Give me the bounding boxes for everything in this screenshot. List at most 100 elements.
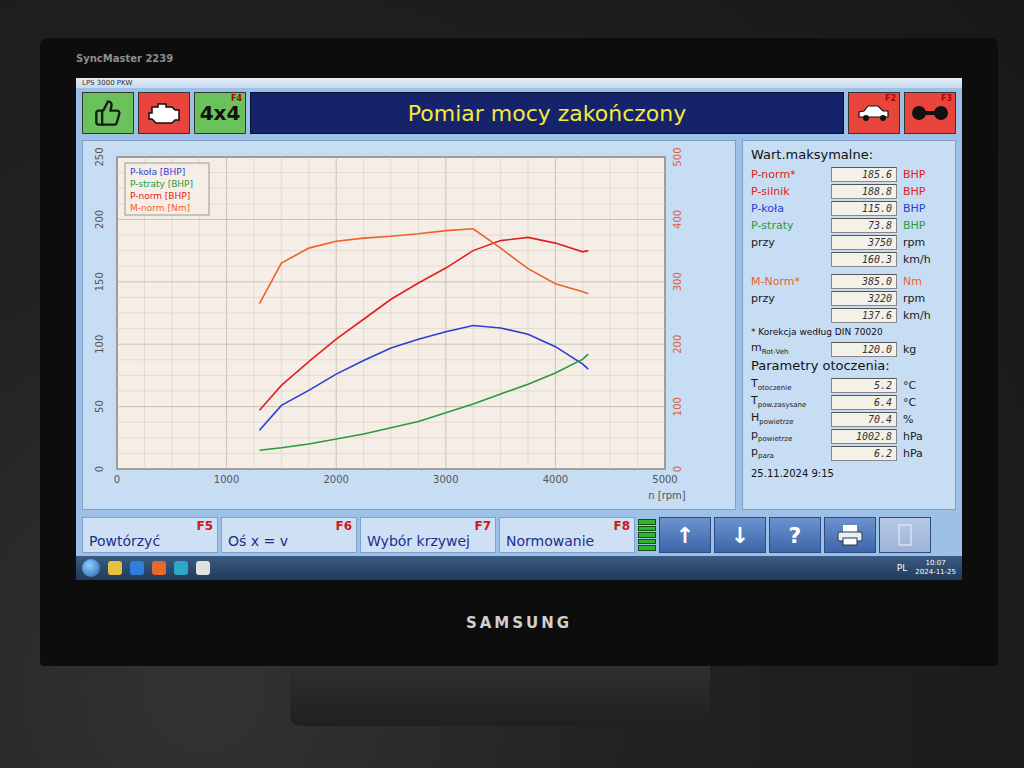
value-box: 185.6 [831,167,897,182]
function-key[interactable]: PowtórzyćF5 [82,517,218,553]
grid-line [117,157,665,158]
car-icon [856,101,892,125]
value-box: 115.0 [831,201,897,216]
browser-icon[interactable] [130,561,144,575]
grid-line [117,281,665,282]
signal-segment [638,526,656,532]
header-button[interactable]: F2 [848,92,900,134]
value-row: Tpow.zasysane6.4°C [751,394,947,410]
value-box: 385.0 [831,274,897,289]
language[interactable]: PL [897,563,907,573]
monitor-model: SyncMaster 2239 [76,38,962,78]
value-label: M-Norm* [751,275,825,288]
value-unit: km/h [903,253,947,266]
grid-line [117,328,665,329]
value-row: M-Norm*385.0Nm [751,273,947,289]
icon-button[interactable] [879,517,931,553]
clock-time: 10:07 [926,559,946,568]
value-unit: kg [903,343,947,356]
key-tag: F8 [613,520,630,532]
value-row: przy3750rpm [751,234,947,250]
taskbar: PL 10:072024-11-25 [76,556,962,580]
icon-button[interactable] [824,517,876,553]
key-tag: F2 [885,94,896,103]
signal-segment [638,539,656,545]
x-tick: 5000 [652,474,677,485]
app-icon[interactable] [196,561,210,575]
header-button[interactable]: 4x4F4 [194,92,246,134]
header-button[interactable]: F3 [904,92,956,134]
value-box: 120.0 [831,342,897,357]
clock[interactable]: 10:072024-11-25 [915,559,956,577]
value-label: ppara [751,445,825,460]
value-label: przy [751,292,825,305]
function-bar: PowtórzyćF5 Oś x = v F6 Wybór krzywejF7Norm… [76,514,962,556]
legend-item: P-koła [BHP] [130,167,185,177]
value-unit: rpm [903,292,947,305]
correction-note: * Korekcja według DIN 70020 [751,327,947,340]
value-row: 137.6km/h [751,307,947,323]
y-right-tick: 500 [672,147,683,166]
y-right-tick: 100 [672,397,683,416]
value-label: Hpowietrze [751,411,825,426]
grid-line [117,422,665,423]
media-icon[interactable] [152,561,166,575]
icon-button[interactable]: ? [769,517,821,553]
grid-line [117,453,665,454]
icon-button[interactable]: ↑ [659,517,711,553]
signal-segment [638,519,656,525]
screen: LPS 3000 PKW4x4F4Pomiar mocy zakończonyF… [76,78,962,580]
value-row: mRot-Veh 120.0 kg [751,341,947,357]
value-box: 188.8 [831,184,897,199]
values-panel: Wart.maksymalne:P-norm*185.6BHPP-silnik1… [742,140,956,510]
header-button[interactable] [138,92,190,134]
key-tag: F5 [196,520,213,532]
value-box: 160.3 [831,252,897,267]
value-row: P-straty73.8BHP [751,217,947,233]
value-row: Totoczenie5.2°C [751,377,947,393]
panel-title: Wart.maksymalne: [751,147,947,163]
function-key[interactable]: Oś x = v F6 [221,517,357,553]
value-unit: °C [903,396,947,409]
value-box: 3220 [831,291,897,306]
value-label: mRot-Veh [751,341,825,356]
signal-segment [638,545,656,551]
folder-icon[interactable] [108,561,122,575]
rollers-icon [911,103,949,123]
chart-panel: 0501001502002500100200300400500010002000… [82,140,736,510]
y-right-tick: 300 [672,272,683,291]
function-label: Oś x = v [228,534,288,548]
value-label: przy [751,236,825,249]
blank-icon [895,523,915,547]
value-box: 1002.8 [831,429,897,444]
grid-line [117,266,665,267]
y-left-tick: 250 [94,147,105,166]
monitor-stand [290,666,710,726]
function-key[interactable]: NormowanieF8 [499,517,635,553]
value-box: 3750 [831,235,897,250]
legend-item: P-norm [BHP] [130,191,190,201]
icon-button[interactable]: ↓ [714,517,766,553]
printer-icon [835,523,865,547]
function-key[interactable]: Wybór krzywejF7 [360,517,496,553]
value-unit: BHP [903,219,947,232]
start-icon[interactable] [82,559,100,577]
y-left-tick: 200 [94,210,105,229]
grid-line [117,391,665,392]
monitor: SyncMaster 2239LPS 3000 PKW4x4F4Pomiar m… [40,38,998,666]
edge-icon[interactable] [174,561,188,575]
x-axis-label: n [rpm] [648,490,686,501]
grid-line [117,250,665,251]
header-button[interactable] [82,92,134,134]
value-box: 70.4 [831,412,897,427]
signal-meter [638,517,656,553]
power-chart: 0501001502002500100200300400500010002000… [83,141,733,509]
value-label: P-norm* [751,168,825,181]
grid-line [117,375,665,376]
value-unit: °C [903,379,947,392]
thumbs-up-icon [94,99,122,127]
value-label: P-straty [751,219,825,232]
key-tag: F6 [335,520,352,532]
value-row: Hpowietrze70.4% [751,411,947,427]
value-unit: BHP [903,168,947,181]
